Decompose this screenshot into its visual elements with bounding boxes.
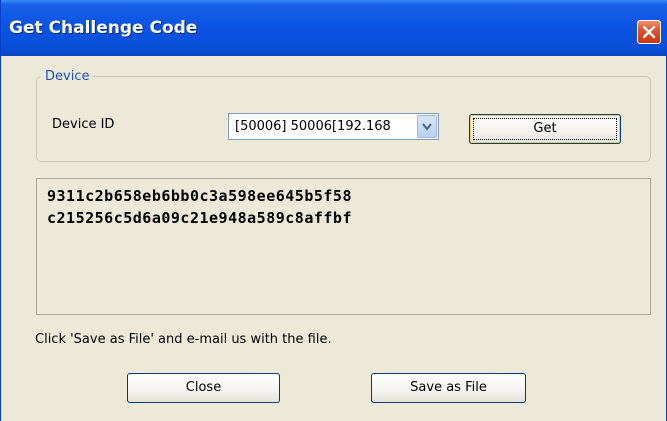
instruction-text: Click 'Save as File' and e-mail us with … — [35, 332, 332, 347]
save-as-file-button[interactable]: Save as File — [371, 373, 526, 403]
window-close-button[interactable] — [637, 20, 661, 44]
device-id-label: Device ID — [52, 117, 115, 132]
device-id-dropdown-button[interactable] — [417, 115, 437, 138]
focus-rect — [473, 118, 617, 140]
window-title: Get Challenge Code — [9, 18, 198, 38]
get-button[interactable]: Get — [469, 114, 621, 144]
challenge-code-dialog: Get Challenge Code Device Device ID [500… — [0, 0, 667, 421]
challenge-code-textbox[interactable]: 9311c2b658eb6bb0c3a598ee645b5f58 c215256… — [36, 178, 651, 315]
chevron-down-icon — [422, 123, 432, 131]
device-id-select-value: [50006] 50006[192.168 — [235, 119, 391, 134]
device-group-legend: Device — [41, 69, 94, 84]
close-button[interactable]: Close — [127, 373, 280, 403]
title-bar[interactable]: Get Challenge Code — [1, 0, 667, 56]
challenge-code-line: 9311c2b658eb6bb0c3a598ee645b5f58 — [47, 187, 352, 205]
device-id-select[interactable]: [50006] 50006[192.168 — [228, 113, 439, 140]
challenge-code-line: c215256c5d6a09c21e948a589c8affbf — [47, 209, 352, 227]
close-icon — [642, 25, 656, 39]
